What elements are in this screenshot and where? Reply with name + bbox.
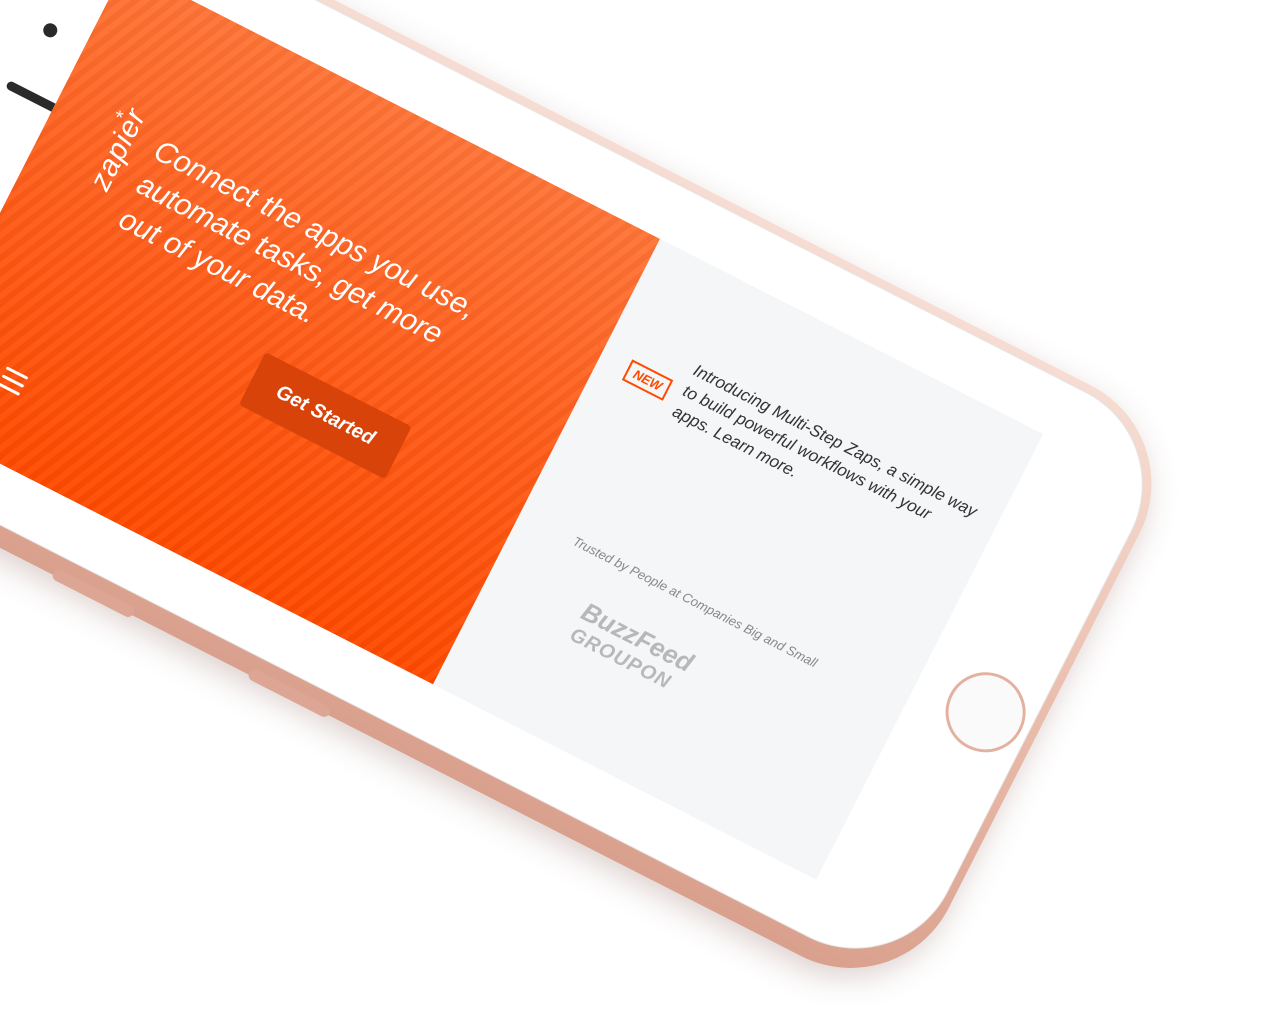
home-button[interactable] — [931, 658, 1040, 767]
phone-bezel: zapier * Connect the apps you use, autom… — [0, 0, 1179, 985]
hero-headline: Connect the apps you use, automate tasks… — [113, 134, 482, 352]
hamburger-menu-icon[interactable] — [0, 366, 29, 401]
new-badge: NEW — [621, 359, 674, 401]
iphone-device: zapier * Connect the apps you use, autom… — [0, 0, 1190, 1006]
phone-screen: zapier * Connect the apps you use, autom… — [0, 0, 1044, 880]
front-camera — [40, 20, 60, 40]
announcement-link[interactable]: Introducing Multi-Step Zaps, a simple wa… — [668, 360, 984, 567]
company-logos: BuzzFeed GROUPON — [566, 596, 822, 762]
